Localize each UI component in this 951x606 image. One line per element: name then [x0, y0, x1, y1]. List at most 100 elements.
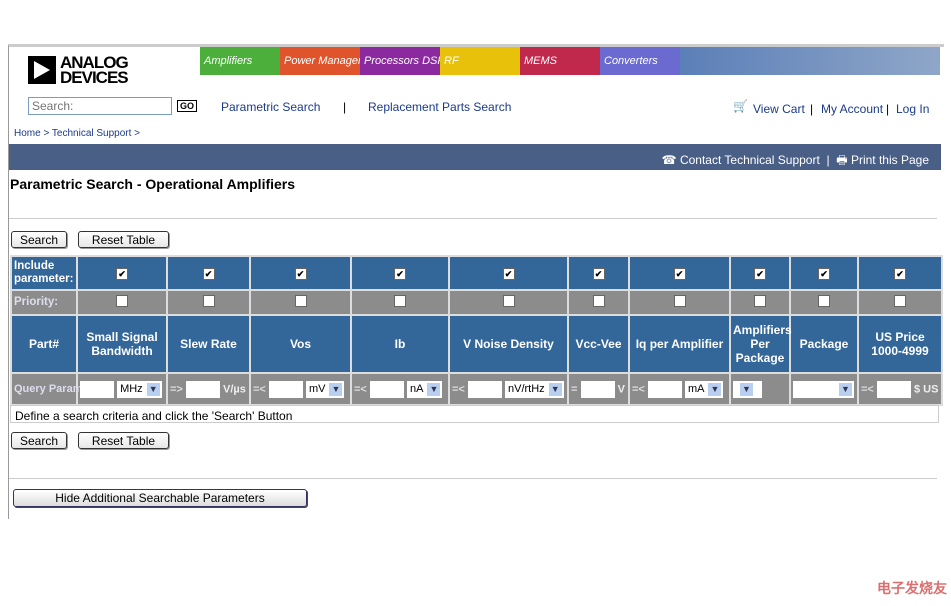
query-input[interactable]	[876, 380, 911, 398]
status-message: Define a search criteria and click the '…	[10, 405, 939, 423]
column-header-label: Ib	[394, 337, 406, 351]
divider	[9, 478, 937, 479]
column-header: Ib	[350, 314, 450, 374]
breadcrumb-technical-support[interactable]: Technical Support >	[52, 128, 140, 139]
include-checkbox[interactable]: ✔	[502, 268, 515, 280]
banner-tile[interactable]: Amplifiers	[200, 47, 280, 75]
chevron-down-icon: ▼	[839, 382, 852, 396]
utility-bar: ☎ Contact Technical Support | 🖶 Print th…	[9, 144, 941, 170]
priority-checkbox[interactable]	[818, 295, 830, 307]
go-button[interactable]: GO	[177, 100, 198, 112]
query-input[interactable]	[80, 380, 114, 398]
query-input[interactable]	[369, 380, 404, 398]
logo-text: DEVICES	[60, 68, 129, 87]
my-account-link[interactable]: My Account	[821, 102, 883, 116]
include-checkbox[interactable]: ✔	[294, 268, 307, 280]
banner-tile[interactable]: Power Management	[280, 47, 360, 75]
row-label: Priority:	[14, 296, 59, 308]
priority-checkbox[interactable]	[673, 295, 686, 307]
watermark: 电子发烧友	[877, 580, 947, 596]
replacement-parts-link[interactable]: Replacement Parts Search	[368, 100, 511, 114]
include-checkbox[interactable]: ✔	[592, 268, 605, 280]
priority-label-cell: Priority:	[10, 289, 78, 316]
banner-tile[interactable]: Processors DSP	[360, 47, 440, 75]
column-header: Vos	[249, 314, 352, 374]
priority-checkbox[interactable]	[894, 295, 906, 307]
amplifiers-select[interactable]: ▼	[733, 380, 762, 398]
row-label: Include parameter:	[14, 260, 74, 285]
unit-label: V	[617, 382, 625, 395]
column-header: Part#	[10, 314, 78, 374]
priority-checkbox[interactable]	[502, 295, 515, 307]
unit-select[interactable]: MHz ▼	[117, 380, 162, 398]
include-cell: ✔	[350, 255, 450, 291]
search-button-bottom[interactable]: Search	[11, 432, 68, 449]
include-checkbox[interactable]: ✔	[394, 268, 406, 280]
column-header-label: Slew Rate	[180, 337, 237, 351]
query-input[interactable]	[268, 380, 303, 398]
query-input[interactable]	[467, 380, 502, 398]
unit-select[interactable]: nA ▼	[406, 380, 443, 398]
unit-select[interactable]: mA ▼	[684, 380, 724, 398]
priority-cell	[857, 289, 943, 316]
reset-table-button[interactable]: Reset Table	[78, 231, 169, 248]
query-input[interactable]	[647, 380, 682, 398]
priority-checkbox[interactable]	[592, 295, 605, 307]
operator-label: =<	[861, 382, 874, 395]
include-cell: ✔	[166, 255, 251, 291]
include-checkbox[interactable]: ✔	[754, 268, 766, 280]
query-cell: MHz ▼	[76, 372, 168, 406]
include-cell: ✔	[729, 255, 791, 291]
query-cell: =< mV ▼	[249, 372, 352, 406]
view-cart-link[interactable]: View Cart	[753, 102, 805, 116]
banner-tile[interactable]: Converters	[600, 47, 680, 75]
print-page-link[interactable]: Print this Page	[851, 153, 929, 167]
column-header-label: Part#	[28, 337, 60, 351]
include-checkbox[interactable]: ✔	[894, 268, 906, 280]
column-header-label: Small Signal Bandwidth	[86, 330, 158, 358]
operator-label: =<	[354, 382, 367, 395]
search-button[interactable]: Search	[11, 231, 68, 248]
query-cell: =< nV/rtHz ▼	[448, 372, 569, 406]
include-cell: ✔	[567, 255, 630, 291]
include-label-cell: Include parameter:	[10, 255, 78, 291]
unit-value: MHz	[120, 382, 143, 395]
analog-devices-logo[interactable]: ANALOG DEVICES	[28, 54, 129, 87]
hide-parameters-button[interactable]: Hide Additional Searchable Parameters	[13, 489, 307, 507]
log-in-link[interactable]: Log In	[896, 102, 929, 116]
operator-label: =<	[253, 382, 266, 395]
reset-table-button-bottom[interactable]: Reset Table	[78, 432, 169, 449]
column-header-label: Vos	[289, 337, 312, 351]
priority-checkbox[interactable]	[754, 295, 766, 307]
banner-tile[interactable]: RF	[440, 47, 520, 75]
priority-cell	[628, 289, 731, 316]
breadcrumb-home[interactable]: Home >	[14, 128, 49, 139]
unit-select[interactable]: nV/rtHz ▼	[504, 380, 564, 398]
priority-checkbox[interactable]	[394, 295, 406, 307]
query-input[interactable]	[580, 380, 615, 398]
priority-cell	[76, 289, 168, 316]
unit-select[interactable]: mV ▼	[305, 380, 345, 398]
operator-label: =<	[452, 382, 465, 395]
contact-support-link[interactable]: Contact Technical Support	[680, 153, 820, 167]
logo-triangle-icon	[28, 56, 56, 84]
column-header-label: Vcc-Vee	[575, 337, 622, 351]
priority-checkbox[interactable]	[294, 295, 307, 307]
separator: |	[826, 153, 830, 167]
include-checkbox[interactable]: ✔	[202, 268, 215, 280]
package-select[interactable]: ▼	[793, 380, 854, 398]
include-checkbox[interactable]: ✔	[818, 268, 830, 280]
column-header-label: Amplifiers Per Package	[733, 323, 792, 365]
banner-tile[interactable]: MEMS	[520, 47, 600, 75]
include-checkbox[interactable]: ✔	[116, 268, 128, 280]
search-input[interactable]	[28, 97, 172, 115]
include-cell: ✔	[789, 255, 859, 291]
priority-checkbox[interactable]	[116, 295, 128, 307]
chevron-down-icon: ▼	[427, 382, 441, 396]
unit-label: V/µs	[222, 382, 246, 395]
parametric-search-link[interactable]: Parametric Search	[221, 100, 320, 114]
priority-checkbox[interactable]	[202, 295, 215, 307]
query-input[interactable]	[185, 380, 220, 398]
include-checkbox[interactable]: ✔	[673, 268, 686, 280]
unit-value: mV	[308, 382, 326, 395]
